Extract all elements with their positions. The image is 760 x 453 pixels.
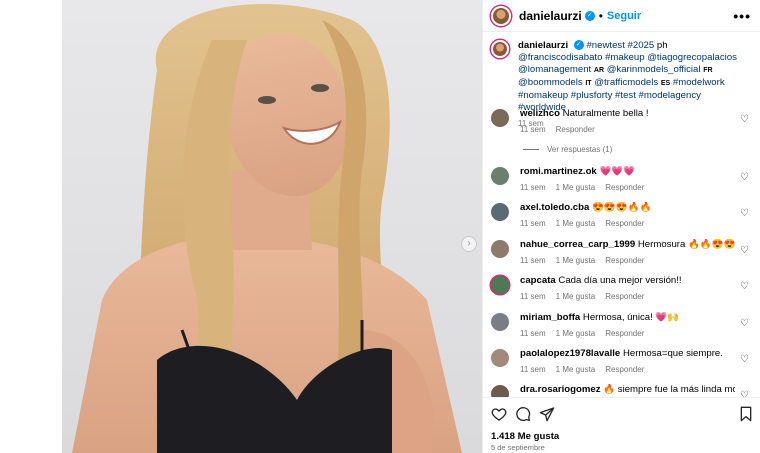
caption-mention[interactable]: @boommodels (518, 77, 583, 88)
post-side-panel: danielaurzi ✓ • Seguir ••• danielaurzi ✓… (482, 0, 760, 453)
comment-reply-button[interactable]: Responder (605, 365, 644, 374)
comment-username[interactable]: miriam_boffa (520, 312, 580, 323)
chevron-right-icon: › (467, 238, 471, 249)
replies-divider (523, 149, 539, 150)
comment-likes[interactable]: 1 Me gusta (556, 183, 596, 192)
commenter-avatar[interactable] (491, 109, 509, 127)
comment-text: Hermosa=que siempre. (622, 348, 723, 359)
comment-item: capcata Cada día una mejor versión!! 11 … (491, 275, 753, 301)
comment-likes[interactable]: 1 Me gusta (556, 219, 596, 228)
like-comment-heart-icon[interactable]: ♡ (740, 318, 749, 329)
country-code: AR (593, 67, 605, 74)
comment-reply-button[interactable]: Responder (605, 183, 644, 192)
comment-text: Naturalmente bella ! (562, 108, 649, 119)
view-replies-button[interactable]: Ver respuestas (1) (523, 145, 612, 154)
commenter-avatar[interactable] (491, 349, 509, 367)
left-backdrop (0, 0, 62, 453)
caption-mention[interactable]: @karinmodels_official (607, 64, 701, 75)
post-photo-illustration (72, 4, 462, 453)
post-date: 5 de septiembre (491, 443, 545, 452)
comment-item: welizhco Naturalmente bella ! 11 sem Resp… (491, 108, 753, 134)
comment-username[interactable]: dra.rosariogomez (520, 384, 601, 395)
comment-time: 11 sem (520, 292, 546, 301)
comment-item: axel.toledo.cba 😍😍😍🔥🔥 11 sem 1 Me gusta Re… (491, 202, 753, 228)
commenter-avatar[interactable] (491, 203, 509, 221)
comment-item: nahue_correa_carp_1999 Hermosura 🔥🔥😍😍 11… (491, 239, 753, 265)
follow-button[interactable]: Seguir (607, 10, 641, 22)
comment-username[interactable]: paolalopez1978lavalle (520, 348, 620, 359)
commenter-avatar[interactable] (491, 240, 509, 258)
verified-badge-icon: ✓ (573, 40, 584, 51)
comment-text: Hermosa, única! 💗🙌 (582, 312, 680, 323)
comment-time: 11 sem (520, 329, 546, 338)
comment-item: miriam_boffa Hermosa, única! 💗🙌 11 sem 1 … (491, 312, 753, 338)
comment-item: paolalopez1978lavalle Hermosa=que siempr… (491, 348, 753, 374)
commenter-avatar[interactable] (491, 167, 509, 185)
like-comment-heart-icon[interactable]: ♡ (740, 208, 749, 219)
comment-reply-button[interactable]: Responder (605, 329, 644, 338)
like-comment-heart-icon[interactable]: ♡ (740, 354, 749, 365)
post-photo[interactable] (62, 0, 482, 453)
comment-likes[interactable]: 1 Me gusta (556, 365, 596, 374)
comment-reply-button[interactable]: Responder (605, 256, 644, 265)
more-options-icon[interactable]: ••• (733, 8, 751, 24)
post-actions-bar: 1.418 Me gusta 5 de septiembre (483, 397, 760, 453)
comment-item: romi.martinez.ok 💗💗💗 11 sem 1 Me gusta Res… (491, 166, 753, 192)
comment-username[interactable]: welizhco (520, 108, 560, 119)
save-bookmark-icon[interactable] (739, 406, 753, 422)
country-code: FR (703, 67, 713, 74)
comment-username[interactable]: capcata (520, 275, 556, 286)
next-photo-button[interactable]: › (461, 236, 477, 252)
comment-time: 11 sem (520, 219, 546, 228)
commenter-avatar[interactable] (491, 276, 509, 294)
caption-mention[interactable]: @trafficmodels (594, 77, 658, 88)
caption-ph: ph (654, 40, 668, 51)
avatar[interactable] (491, 5, 511, 26)
comment-time: 11 sem (520, 256, 546, 265)
comment-reply-button[interactable]: Responder (605, 219, 644, 228)
like-comment-heart-icon[interactable]: ♡ (740, 281, 749, 292)
verified-badge-icon: ✓ (584, 10, 595, 21)
comment-text: 😍😍😍🔥🔥 (591, 202, 652, 213)
country-code: IT (585, 80, 592, 87)
caption-avatar[interactable] (491, 40, 509, 58)
share-send-icon[interactable] (539, 406, 555, 422)
separator-dot: • (598, 8, 603, 23)
comment-username[interactable]: romi.martinez.ok (520, 166, 597, 177)
comment-reply-button[interactable]: Responder (605, 292, 644, 301)
comment-likes[interactable]: 1 Me gusta (556, 292, 596, 301)
comment-username[interactable]: nahue_correa_carp_1999 (520, 239, 635, 250)
like-comment-heart-icon[interactable]: ♡ (740, 172, 749, 183)
view-replies-label: Ver respuestas (1) (547, 145, 613, 154)
comment-username[interactable]: axel.toledo.cba (520, 202, 589, 213)
post-header: danielaurzi ✓ • Seguir ••• (483, 0, 760, 32)
comment-text: Hermosura 🔥🔥😍😍 (637, 239, 735, 250)
caption-hashtags[interactable]: #newtest #2025 (586, 40, 654, 51)
header-username[interactable]: danielaurzi (519, 9, 582, 23)
comment-time: 11 sem (520, 183, 546, 192)
like-comment-heart-icon[interactable]: ♡ (740, 114, 749, 125)
comment-likes[interactable]: 1 Me gusta (556, 256, 596, 265)
like-comment-heart-icon[interactable]: ♡ (740, 245, 749, 256)
comment-text: Cada día una mejor versión!! (558, 275, 682, 286)
comment-text: 🔥 siempre fue la más linda modelo (603, 384, 735, 395)
comment-reply-button[interactable]: Responder (556, 125, 595, 134)
post-likes-count[interactable]: 1.418 Me gusta (491, 431, 559, 442)
commenter-avatar[interactable] (491, 313, 509, 331)
comment-time: 11 sem (520, 125, 546, 134)
caption-username[interactable]: danielaurzi (518, 40, 568, 51)
comment-text: 💗💗💗 (599, 166, 636, 177)
country-code: ES (660, 80, 671, 87)
comment-bubble-icon[interactable] (515, 406, 531, 422)
comment-likes[interactable]: 1 Me gusta (556, 329, 596, 338)
like-heart-icon[interactable] (491, 406, 507, 422)
comment-time: 11 sem (520, 365, 546, 374)
